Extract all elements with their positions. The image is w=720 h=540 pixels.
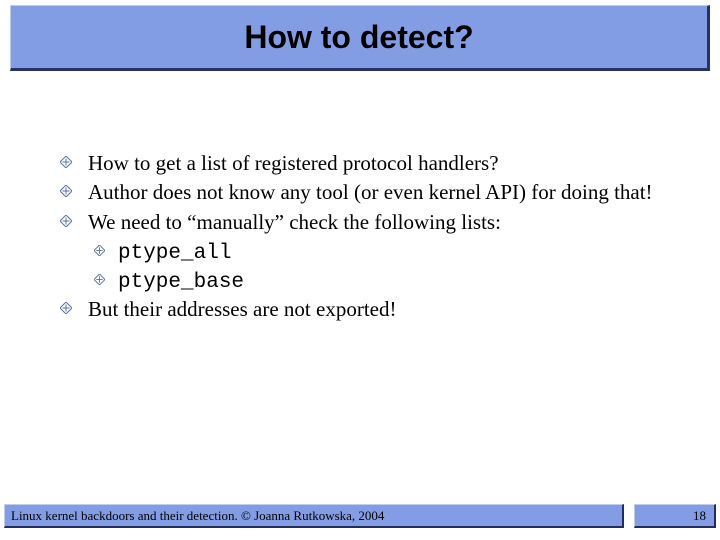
list-item-text: How to get a list of registered protocol…: [88, 151, 499, 175]
slide-title: How to detect?: [244, 19, 473, 56]
list-item-text: We need to “manually” check the followin…: [88, 210, 501, 234]
title-banner: How to detect?: [10, 5, 710, 71]
code-text: ptype_all: [118, 242, 231, 265]
list-item: We need to “manually” check the followin…: [58, 209, 680, 236]
sub-list-item: ptype_base: [58, 267, 680, 296]
code-text: ptype_base: [118, 271, 244, 294]
list-item: Author does not know any tool (or even k…: [58, 179, 680, 206]
sub-list-item: ptype_all: [58, 238, 680, 267]
diamond-plus-icon: [60, 302, 72, 314]
footer-page-number: 18: [634, 504, 716, 528]
diamond-plus-icon: [94, 245, 105, 256]
list-item: But their addresses are not exported!: [58, 296, 680, 323]
slide-footer: Linux kernel backdoors and their detecti…: [4, 504, 716, 528]
list-item-text: But their addresses are not exported!: [88, 297, 396, 321]
diamond-plus-icon: [60, 185, 72, 197]
diamond-plus-icon: [60, 215, 72, 227]
list-item: How to get a list of registered protocol…: [58, 150, 680, 177]
list-item-text: Author does not know any tool (or even k…: [88, 180, 653, 204]
diamond-plus-icon: [94, 274, 105, 285]
slide-body: How to get a list of registered protocol…: [58, 150, 680, 326]
diamond-plus-icon: [60, 156, 72, 168]
footer-caption: Linux kernel backdoors and their detecti…: [4, 504, 624, 528]
